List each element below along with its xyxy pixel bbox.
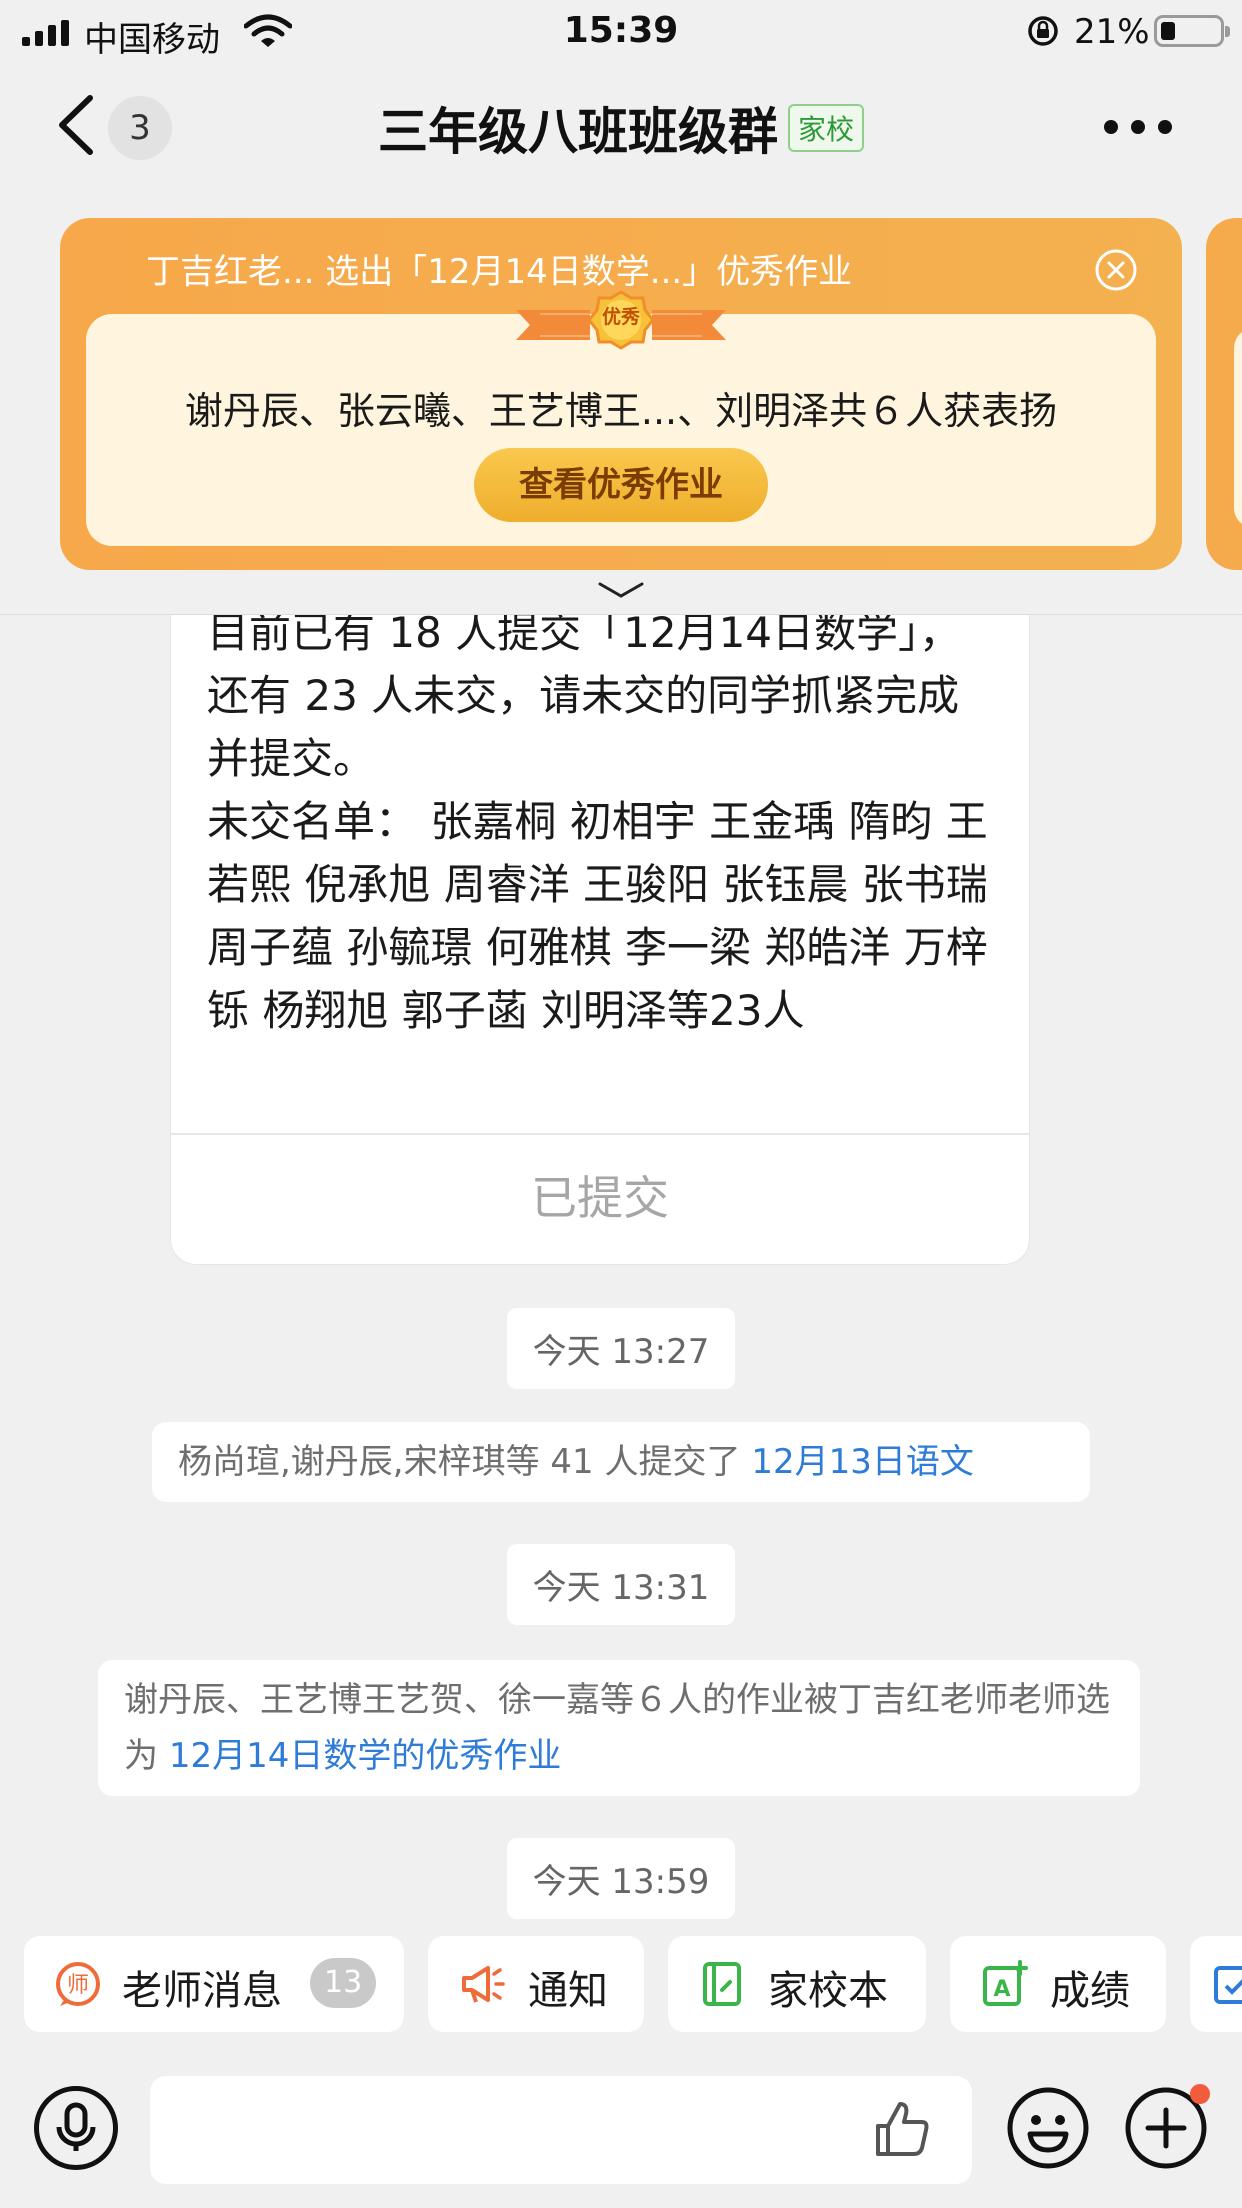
home-school-book-button[interactable]: 家校本 [668, 1936, 926, 2032]
message-input[interactable] [150, 2076, 972, 2184]
timestamp-label: 今天 13:59 [506, 1838, 736, 1919]
message-input-bar [0, 2060, 1242, 2208]
system-message: 谢丹辰、王艺博王艺贺、徐一嘉等６人的作业被丁吉红老师老师选为 12月14日数学的… [98, 1660, 1140, 1796]
chevron-down-icon[interactable] [596, 580, 646, 602]
battery-percent: 21% [1074, 12, 1150, 52]
reminder-body: 目前已有 18 人提交「12月14日数学」，还有 23 人未交，请未交的同学抓紧… [207, 608, 962, 783]
megaphone-icon [462, 1966, 505, 2003]
view-excellent-homework-button[interactable]: 查看优秀作业 [474, 448, 768, 522]
award-ribbon-label: 优秀 [601, 306, 640, 328]
timestamp: 今天 13:31 [0, 1544, 1242, 1625]
pinned-banner-area: 丁吉红老... 选出「12月14日数学...」优秀作业 优秀 谢丹辰、张云曦、王… [0, 190, 1242, 615]
timestamp: 今天 13:27 [0, 1308, 1242, 1389]
system-message: 杨尚瑄,谢丹辰,宋梓琪等 41 人提交了 12月13日语文 [152, 1422, 1090, 1502]
svg-text:A: A [993, 1977, 1010, 2002]
homework-link[interactable]: 12月13日语文 [751, 1442, 974, 1482]
voice-input-button[interactable] [34, 2086, 118, 2170]
close-icon[interactable] [1094, 248, 1138, 292]
home-school-book-label: 家校本 [768, 1968, 888, 2014]
rotation-lock-icon [1028, 16, 1058, 46]
praised-students: 谢丹辰、张云曦、王艺博王...、刘明泽共６人获表扬 [184, 389, 1058, 433]
calendar-check-icon [1214, 1966, 1242, 2004]
more-quick-action[interactable] [1190, 1936, 1242, 2032]
grades-label: 成绩 [1050, 1968, 1130, 2014]
system-message-text: 杨尚瑄,谢丹辰,宋梓琪等 41 人提交了 [178, 1442, 752, 1482]
emoji-icon[interactable] [1006, 2086, 1090, 2170]
excellent-homework-banner[interactable]: 丁吉红老... 选出「12月14日数学...」优秀作业 优秀 谢丹辰、张云曦、王… [60, 218, 1182, 570]
svg-text:师: 师 [67, 1973, 89, 1998]
battery-icon [1154, 15, 1230, 47]
quick-action-bar: 师 老师消息 13 通知 家校本 A 成绩 [0, 1936, 1242, 2032]
chat-title-wrap: 三年级八班班级群 家校 [0, 92, 1242, 164]
reminder-text: 目前已有 18 人提交「12月14日数学」，还有 23 人未交，请未交的同学抓紧… [207, 601, 997, 1042]
timestamp-label: 今天 13:31 [506, 1544, 736, 1625]
chat-title: 三年级八班班级群 [377, 103, 778, 161]
missing-list-label: 未交名单： [207, 797, 418, 846]
next-banner-peek[interactable] [1206, 218, 1242, 570]
microphone-icon [56, 2102, 96, 2151]
timestamp-label: 今天 13:27 [506, 1308, 736, 1389]
banner-card: 优秀 谢丹辰、张云曦、王艺博王...、刘明泽共６人获表扬 查看优秀作业 [86, 290, 1156, 546]
homework-reminder-card: 目前已有 18 人提交「12月14日数学」，还有 23 人未交，请未交的同学抓紧… [170, 560, 1030, 1265]
new-feature-dot [1190, 2084, 1210, 2104]
notice-label: 通知 [528, 1968, 608, 2014]
more-options-icon[interactable] [1104, 120, 1172, 134]
teacher-messages-count: 13 [310, 1958, 377, 2008]
notebook-icon [703, 1962, 741, 2006]
timestamp: 今天 13:59 [0, 1838, 1242, 1919]
grade-icon: A [983, 1960, 1028, 2006]
home-school-badge: 家校 [787, 104, 864, 152]
teacher-messages-label: 老师消息 [122, 1968, 282, 2014]
notice-button[interactable]: 通知 [428, 1936, 644, 2032]
teacher-messages-button[interactable]: 师 老师消息 13 [24, 1936, 404, 2032]
nav-bar: 3 三年级八班班级群 家校 [0, 62, 1242, 190]
grades-button[interactable]: A 成绩 [950, 1936, 1166, 2032]
teacher-icon: 师 [56, 1962, 100, 2006]
status-bar: 中国移动 15:39 21% [0, 0, 1242, 62]
banner-header: 丁吉红老... 选出「12月14日数学...」优秀作业 [146, 252, 853, 292]
thumbs-up-icon[interactable] [870, 2098, 934, 2162]
submitted-button[interactable]: 已提交 [171, 1133, 1029, 1263]
homework-link[interactable]: 12月14日数学的优秀作业 [169, 1736, 562, 1776]
